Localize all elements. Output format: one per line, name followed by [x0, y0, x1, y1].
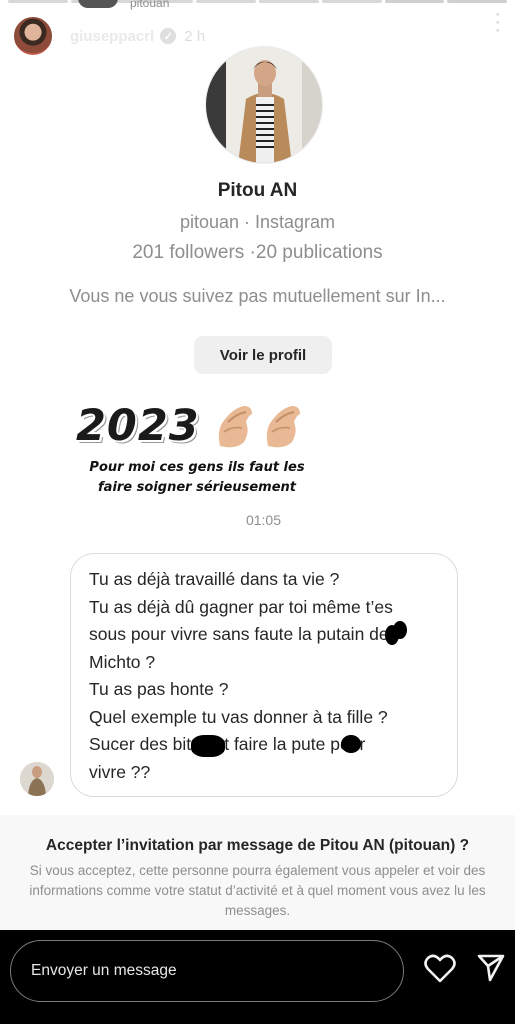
overlay-year-text: 2023 [76, 401, 200, 451]
cropped-username: pitouan [130, 0, 170, 10]
message-line: Tu as pas honte ? [89, 679, 229, 699]
profile-photo-illustration [206, 47, 322, 163]
mutual-follow-notice: Vous ne vous suivez pas mutuellement sur… [69, 286, 446, 306]
shared-profile-handle: pitouan · Instagram [179, 212, 336, 232]
message-line: Tu as déjà dû gagner par toi même t’es [89, 596, 393, 617]
cropped-avatar [78, 0, 118, 8]
overlay-caption: Pour moi ces gens ils faut les faire soi… [89, 460, 305, 495]
pinched-fingers-emoji [214, 402, 304, 450]
message-line: sous pour vivre sans faute la putain de [89, 621, 439, 649]
heart-icon[interactable] [424, 954, 456, 984]
story-timestamp: 2 h [184, 27, 206, 45]
message-request-banner: Accepter l’invitation par message de Pit… [0, 815, 515, 930]
sender-avatar[interactable] [20, 762, 54, 796]
message-timestamp: 01:05 [245, 512, 282, 528]
story-author-username[interactable]: giuseppacrl [70, 28, 154, 45]
shared-profile-stats: 201 followers ·20 publications [132, 242, 383, 263]
message-line: Sucer des bites et faire la pute pour [89, 731, 439, 759]
story-frame: pitouan giuseppacrl ✓ 2 h · · · Pitou AN… [0, 0, 515, 930]
message-line: Michto ? [89, 651, 156, 672]
invite-title: Accepter l’invitation par message de Pit… [45, 837, 470, 854]
message-line-text: sous pour vivre sans faute la putain de [89, 624, 389, 644]
progress-segment [196, 0, 256, 3]
message-line-text: Sucer des bites et faire la pute pour [89, 734, 366, 754]
story-author-avatar[interactable] [12, 15, 54, 57]
verified-check-icon: ✓ [160, 28, 177, 44]
progress-segment [8, 0, 68, 3]
overlay-sticker: 2023 [76, 398, 304, 454]
message-bubble[interactable]: Tu as déjà travaillé dans ta vie ? Tu as… [70, 553, 458, 797]
progress-segment [259, 0, 319, 3]
message-line: Quel exemple tu vas donner à ta fille ? [89, 706, 388, 727]
reply-bar: Envoyer un message [0, 930, 515, 1024]
send-message-input[interactable]: Envoyer un message [10, 940, 404, 1002]
progress-segment [384, 0, 445, 3]
pinched-fingers-icon [266, 406, 300, 448]
censor-scribble [341, 735, 361, 753]
pinched-fingers-icon [218, 406, 252, 448]
more-vertical-icon[interactable]: · · · [494, 4, 501, 40]
invite-description: Si vous acceptez, cette personne pourra … [29, 863, 486, 918]
shared-profile-name: Pitou AN [217, 180, 298, 201]
message-line: vivre ?? [89, 761, 151, 782]
censor-scribble [191, 735, 225, 757]
view-profile-button[interactable]: Voir le profil [194, 336, 332, 374]
send-icon[interactable] [476, 952, 506, 984]
shared-profile-photo[interactable] [205, 46, 323, 164]
message-line: Tu as déjà travaillé dans ta vie ? [89, 569, 340, 589]
progress-segment [321, 0, 382, 3]
sender-avatar-image [20, 762, 54, 796]
censor-scribble [393, 621, 407, 639]
